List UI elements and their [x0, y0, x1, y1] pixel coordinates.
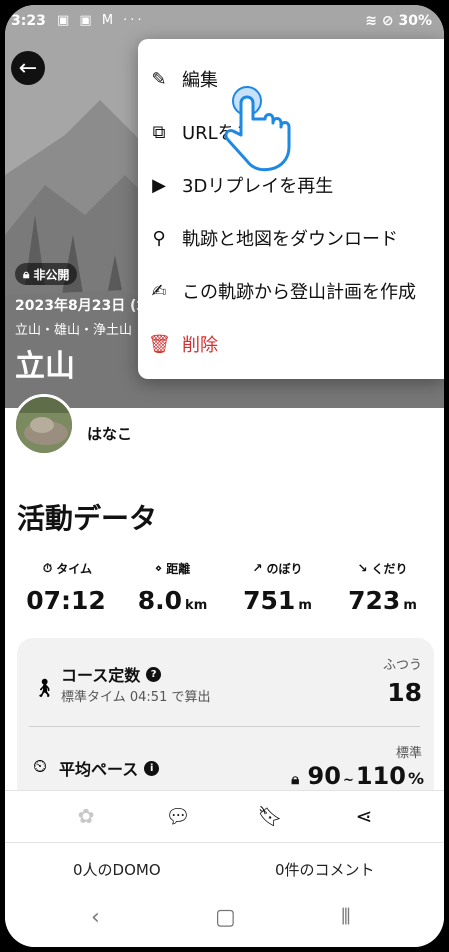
private-badge-label: 非公開	[33, 267, 70, 282]
share-icon: ⋖	[355, 804, 373, 828]
stat-label: のぼり	[266, 561, 303, 576]
route-icon: ⚲	[152, 227, 166, 249]
private-badge: 🔒︎ 非公開	[15, 263, 78, 285]
course-constant-value: 18	[387, 678, 422, 707]
menu-item-label: 編集	[182, 70, 218, 91]
hiker-icon: 🚶︎	[33, 678, 56, 699]
comment-count[interactable]: 0件のコメント	[275, 859, 375, 880]
course-level: ふつう	[382, 658, 422, 673]
comment-icon: 💬︎	[165, 804, 191, 828]
stat-value: 07:12	[26, 586, 106, 615]
stat-value: 8.0	[137, 586, 183, 615]
course-constant-subtitle: 標準タイム 04:51 で算出	[61, 690, 211, 705]
activity-title: 立山	[15, 349, 75, 384]
lock-icon: 🔒︎	[23, 266, 30, 281]
phone-frame: 3:23 ▣ ▣ M ··· ≋ ⊘ 30% ← 🔒︎ 非公開 2023年8月2…	[0, 0, 449, 952]
card-divider	[29, 726, 420, 727]
tap-hand-icon	[224, 86, 291, 172]
menu-item-label: この軌跡から登山計画を作成	[182, 282, 416, 303]
lock-icon: 🔒︎	[291, 770, 300, 788]
stat-distance: ⋄ 距離 8.0 km	[120, 558, 225, 615]
stat-unit: m	[403, 598, 417, 613]
stat-value: 723	[348, 586, 401, 615]
pace-level: 標準	[395, 746, 422, 761]
stat-unit: km	[185, 598, 208, 613]
stat-descent: ↘︎ くだり 723 m	[330, 558, 435, 615]
menu-item-create-plan[interactable]: ✍︎ この軌跡から登山計画を作成	[138, 265, 444, 317]
username[interactable]: はなこ	[87, 423, 132, 444]
average-pace-title[interactable]: 平均ペース i	[59, 756, 160, 780]
course-constant-label: コース定数	[61, 666, 141, 685]
battery-level: 30%	[398, 13, 432, 29]
stat-time: ⏱︎ タイム 07:12	[15, 558, 120, 616]
pace-low: 90	[307, 762, 341, 790]
stat-value: 751	[243, 586, 296, 615]
avatar[interactable]	[13, 394, 75, 456]
copy-icon: ⧉	[152, 121, 166, 143]
play-icon: ▶︎	[152, 174, 166, 196]
stat-unit: m	[298, 598, 312, 613]
nav-recents-icon[interactable]: ⦀	[341, 905, 351, 930]
info-icon[interactable]: i	[144, 760, 160, 776]
stat-label: くだり	[371, 561, 408, 576]
system-nav-bar: ‹ ▢ ⦀	[5, 893, 444, 947]
action-bar: ✿ 💬︎ 🔖︎ ⋖	[5, 790, 444, 843]
status-time: 3:23	[11, 13, 46, 29]
menu-item-download[interactable]: ⚲ 軌跡と地図をダウンロード	[138, 212, 444, 264]
arrow-left-icon: ←	[18, 55, 38, 81]
descent-icon: ↘︎	[357, 561, 368, 575]
bookmark-button[interactable]: 🔖︎	[255, 801, 285, 831]
stopwatch-icon: ⏱︎	[42, 560, 53, 575]
notification-icons: ▣ ▣ M ···	[57, 13, 145, 28]
ascent-icon: ↗︎	[252, 561, 263, 575]
pace-value: 🔒︎ 90 ~110%	[291, 762, 424, 790]
counts-bar: 0人のDOMO 0件のコメント	[5, 842, 444, 893]
activity-places: 立山・雄山・浄土山	[15, 323, 133, 338]
menu-item-label: 削除	[182, 335, 218, 356]
pace-tilde: ~	[342, 773, 354, 788]
status-bar: 3:23 ▣ ▣ M ··· ≋ ⊘ 30%	[5, 11, 444, 35]
course-constant-title[interactable]: コース定数 ?	[61, 662, 162, 686]
activity-date: 2023年8月23日 (水	[15, 298, 151, 314]
battery-icon: ≋ ⊘ 30%	[365, 13, 432, 29]
stat-label: タイム	[56, 561, 93, 576]
wifi-icon: ≋	[365, 13, 377, 29]
pencil-icon: ✎	[151, 68, 167, 90]
nav-back-icon[interactable]: ‹	[91, 905, 100, 930]
back-button[interactable]: ←	[11, 51, 45, 85]
route-icon: ⋄	[154, 561, 163, 575]
speedometer-icon: ⏲︎	[33, 756, 48, 777]
nav-home-icon[interactable]: ▢	[215, 905, 236, 930]
plan-edit-icon: ✍︎	[151, 280, 167, 302]
screen: 3:23 ▣ ▣ M ··· ≋ ⊘ 30% ← 🔒︎ 非公開 2023年8月2…	[5, 5, 444, 947]
pace-high: 110	[355, 762, 406, 790]
comment-button[interactable]: 💬︎	[163, 801, 193, 831]
activity-stats: ⏱︎ タイム 07:12 ⋄ 距離 8.0 km ↗︎ のぼり 751 m ↘︎ くだり 7…	[15, 558, 435, 628]
help-icon[interactable]: ?	[146, 666, 162, 682]
dnd-icon: ⊘	[381, 13, 394, 29]
activity-section-title: 活動データ	[17, 502, 158, 535]
stat-ascent: ↗︎ のぼり 751 m	[225, 558, 330, 615]
bookmark-icon: 🔖︎	[257, 804, 283, 828]
trash-icon: 🗑︎	[148, 333, 171, 355]
menu-item-label: 軌跡と地図をダウンロード	[182, 229, 398, 250]
avatar-photo	[16, 397, 72, 453]
domo-icon: ✿	[77, 804, 95, 828]
domo-button[interactable]: ✿	[71, 801, 101, 831]
stat-label: 距離	[166, 561, 191, 576]
average-pace-label: 平均ペース	[59, 760, 139, 779]
domo-count[interactable]: 0人のDOMO	[73, 859, 161, 880]
menu-item-delete[interactable]: 🗑︎ 削除	[138, 318, 444, 370]
pace-unit: %	[407, 769, 424, 788]
share-button[interactable]: ⋖	[349, 801, 379, 831]
